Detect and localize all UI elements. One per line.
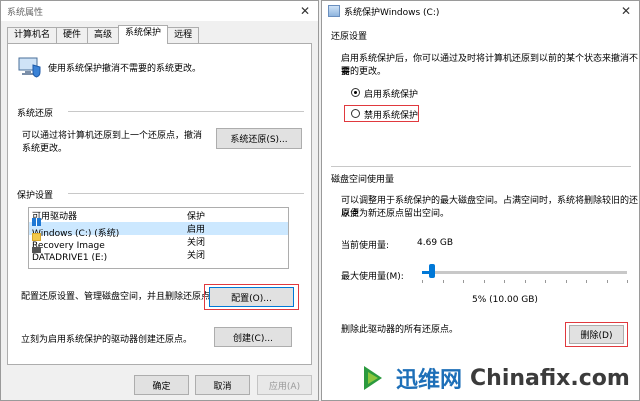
max-usage-slider-thumb[interactable] bbox=[429, 264, 436, 278]
slider-tick bbox=[586, 280, 587, 283]
close-icon[interactable]: ✕ bbox=[298, 4, 312, 18]
tab-hardware[interactable]: 硬件 bbox=[56, 27, 89, 43]
slider-tick bbox=[545, 280, 546, 283]
restore-desc-line1: 可以通过将计算机还原到上一个还原点，撤消 bbox=[22, 131, 203, 141]
create-desc: 立刻为启用系统保护的驱动器创建还原点。 bbox=[21, 335, 193, 345]
tab-strip: 计算机名 硬件 高级 系统保护 远程 bbox=[7, 25, 200, 44]
drive-status: 启用 bbox=[187, 225, 206, 235]
system-properties-titlebar: 系统属性 ✕ bbox=[1, 1, 318, 21]
enable-protection-radio[interactable] bbox=[351, 88, 360, 97]
window-title: 系统属性 bbox=[7, 7, 44, 18]
disk-usage-desc-line2: 以便为新还原点留出空间。 bbox=[341, 209, 450, 219]
computer-shield-icon bbox=[18, 57, 41, 78]
max-usage-label: 最大使用量(M): bbox=[341, 272, 404, 282]
restore-desc-line2: 系统更改。 bbox=[22, 144, 68, 154]
tab-advanced[interactable]: 高级 bbox=[87, 27, 120, 43]
max-usage-slider-track[interactable] bbox=[422, 271, 627, 274]
create-button[interactable]: 创建(C)... bbox=[214, 327, 292, 347]
windows-drive-icon bbox=[32, 218, 41, 226]
delete-button[interactable]: 删除(D) bbox=[569, 325, 624, 344]
enable-protection-label[interactable]: 启用系统保护 bbox=[364, 87, 418, 100]
column-protection: 保护 bbox=[187, 211, 206, 222]
system-restore-heading: 系统还原 bbox=[17, 109, 54, 119]
divider bbox=[331, 166, 631, 167]
delete-desc: 删除此驱动器的所有还原点。 bbox=[341, 325, 459, 335]
current-usage-value: 4.69 GB bbox=[417, 238, 454, 248]
chinafix-watermark: 迅维网 Chinafix.com bbox=[360, 355, 640, 401]
protection-settings-heading: 保护设置 bbox=[17, 191, 54, 201]
window-title: 系统保护Windows (C:) bbox=[344, 7, 440, 18]
apply-button[interactable]: 应用(A) bbox=[257, 375, 312, 395]
system-protection-icon bbox=[328, 5, 340, 17]
slider-tick bbox=[483, 280, 485, 283]
system-protection-drive-window: 系统保护Windows (C:) ✕ 还原设置 启用系统保护后，你可以通过及时将… bbox=[321, 0, 640, 401]
disable-protection-radio[interactable] bbox=[351, 109, 360, 118]
drive-row-datadrive[interactable]: DATADRIVE1 (E:) 关闭 bbox=[29, 246, 288, 263]
system-properties-window: 系统属性 ✕ 计算机名 硬件 高级 系统保护 远程 使用系统保护撤消不需要的系统… bbox=[0, 0, 319, 401]
system-protection-panel: 使用系统保护撤消不需要的系统更改。 系统还原 可以通过将计算机还原到上一个还原点… bbox=[7, 43, 312, 365]
chinafix-logo-icon bbox=[360, 363, 390, 393]
watermark-cn: 迅维网 bbox=[396, 368, 463, 393]
slider-tick bbox=[422, 280, 423, 283]
slider-tick bbox=[463, 280, 464, 283]
ok-button[interactable]: 确定 bbox=[134, 375, 189, 395]
cancel-button[interactable]: 取消 bbox=[195, 375, 250, 395]
disable-protection-label[interactable]: 禁用系统保护 bbox=[364, 108, 418, 121]
tab-remote[interactable]: 远程 bbox=[167, 27, 200, 43]
configure-button[interactable]: 配置(O)... bbox=[209, 287, 294, 307]
divider bbox=[68, 111, 304, 112]
slider-tick bbox=[442, 280, 444, 283]
close-icon[interactable]: ✕ bbox=[619, 4, 633, 18]
drive-status: 关闭 bbox=[187, 238, 206, 248]
tab-system-protection[interactable]: 系统保护 bbox=[118, 25, 169, 44]
configure-desc: 配置还原设置、管理磁盘空间，并且删除还原点。 bbox=[21, 292, 220, 302]
current-usage-label: 当前使用量: bbox=[341, 241, 390, 251]
disk-usage-heading: 磁盘空间使用量 bbox=[331, 175, 395, 185]
drive-list: 可用驱动器 保护 Windows (C:) (系统) 启用 Recovery I… bbox=[28, 207, 289, 269]
slider-tick bbox=[504, 280, 505, 283]
restore-settings-heading: 还原设置 bbox=[331, 32, 368, 42]
divider bbox=[68, 193, 304, 194]
intro-text: 使用系统保护撤消不需要的系统更改。 bbox=[48, 64, 202, 74]
max-usage-value: 5% (10.00 GB) bbox=[472, 295, 538, 305]
folder-icon bbox=[32, 232, 41, 241]
system-restore-button[interactable]: 系统还原(S)... bbox=[216, 128, 302, 149]
tab-computer-name[interactable]: 计算机名 bbox=[7, 27, 58, 43]
slider-tick bbox=[524, 280, 526, 283]
slider-tick bbox=[565, 280, 567, 283]
slider-tick bbox=[606, 280, 608, 283]
slider-tick bbox=[627, 280, 628, 283]
drive-window-titlebar: 系统保护Windows (C:) ✕ bbox=[322, 1, 639, 21]
drive-status: 关闭 bbox=[187, 251, 206, 261]
watermark-en: Chinafix.com bbox=[470, 365, 630, 391]
restore-settings-desc-line2: 要的更改。 bbox=[341, 67, 387, 77]
drive-name: DATADRIVE1 (E:) bbox=[32, 252, 108, 263]
